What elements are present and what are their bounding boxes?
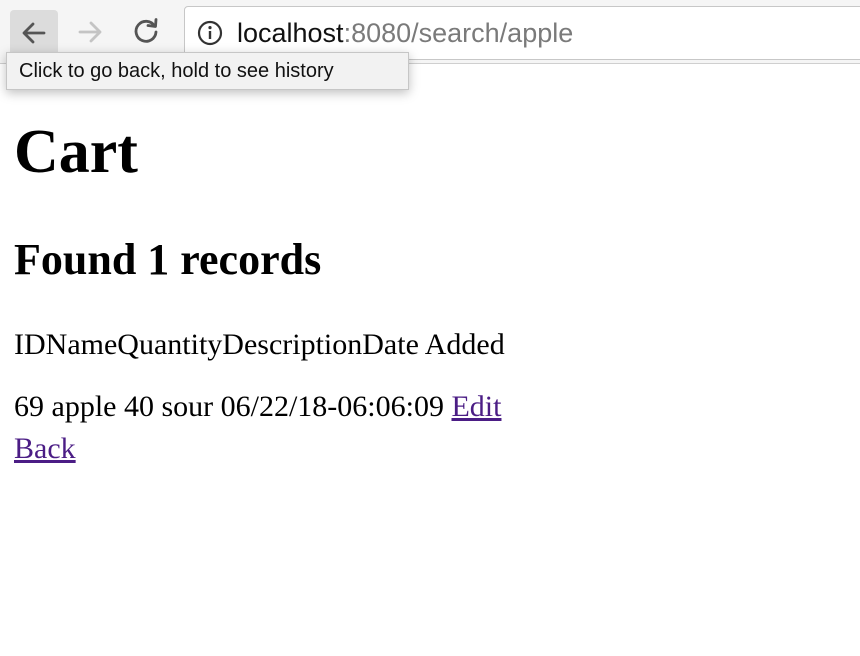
url-rest: :8080/search/apple: [343, 17, 574, 48]
column-header-name: Name: [45, 328, 118, 361]
info-icon[interactable]: [197, 20, 223, 46]
cell-name: apple: [51, 390, 117, 423]
page-title: Cart: [14, 118, 138, 186]
cell-quantity: 40: [123, 390, 154, 423]
reload-icon: [131, 17, 161, 52]
back-arrow-icon: [19, 18, 49, 53]
table-header-row: IDNameQuantityDescriptionDate Added: [14, 326, 505, 364]
back-button-tooltip: Click to go back, hold to see history: [6, 52, 409, 90]
cell-id: 69: [14, 390, 44, 423]
back-link[interactable]: Back: [14, 432, 76, 465]
url-text[interactable]: localhost:8080/search/apple: [237, 18, 573, 49]
table-row: 69 apple 40 sour 06/22/18-06:06:09 Edit: [14, 388, 501, 426]
forward-arrow-icon: [75, 17, 105, 52]
url-host: localhost: [237, 17, 344, 48]
column-header-quantity: Quantity: [117, 328, 223, 361]
edit-link[interactable]: Edit: [451, 390, 501, 423]
back-link-row: Back: [14, 430, 76, 468]
records-count-heading: Found 1 records: [14, 235, 322, 284]
cell-description: sour: [161, 390, 214, 423]
column-header-date-added: Date Added: [362, 328, 505, 361]
reload-button[interactable]: [122, 10, 170, 58]
column-header-id: ID: [14, 328, 46, 361]
forward-button[interactable]: [66, 10, 114, 58]
cell-date-added: 06/22/18-06:06:09: [220, 390, 444, 423]
column-header-description: Description: [222, 328, 363, 361]
